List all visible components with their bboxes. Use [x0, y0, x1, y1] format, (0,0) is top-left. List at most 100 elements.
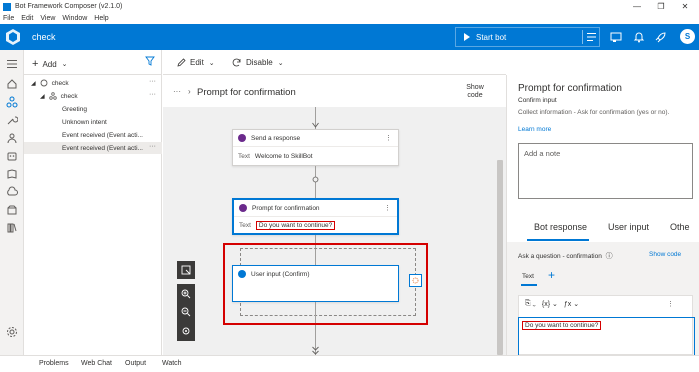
zoom-controls	[177, 284, 195, 341]
tab-other[interactable]: Othe	[670, 222, 690, 232]
breadcrumb-overflow-button[interactable]: ···	[173, 87, 181, 96]
menu-help[interactable]: Help	[94, 15, 108, 22]
zoom-out-icon	[181, 307, 191, 317]
chevron-down-icon: ⌄	[208, 59, 215, 67]
close-window-button[interactable]: ✕	[672, 0, 698, 13]
card-title: Send a response	[233, 130, 398, 146]
text-label: Text	[238, 152, 250, 160]
menu-edit[interactable]: Edit	[21, 15, 33, 22]
more-icon[interactable]: ⋮	[384, 204, 391, 212]
menu-icon[interactable]	[587, 33, 596, 41]
rocket-icon[interactable]	[655, 31, 667, 43]
dialog-icon	[48, 92, 57, 100]
add-label: Add	[42, 59, 57, 69]
minimize-button[interactable]: —	[624, 0, 650, 13]
bot-responses-icon[interactable]	[6, 150, 18, 162]
more-icon[interactable]: ···	[149, 91, 156, 98]
more-icon[interactable]: ⋮	[667, 300, 674, 308]
settings-icon[interactable]	[6, 326, 18, 338]
tab-problems[interactable]: Problems	[39, 360, 69, 367]
prompt-confirmation-card[interactable]: Prompt for confirmation ⋮ Text Do you wa…	[232, 198, 399, 235]
divider	[582, 30, 583, 44]
more-icon[interactable]: ···	[149, 78, 156, 85]
add-button[interactable]: + Add ⌄	[32, 58, 68, 70]
disable-label: Disable	[246, 58, 273, 67]
tab-bar: Bot response User input Othe	[507, 210, 699, 242]
chevron-right-icon: ›	[188, 87, 191, 96]
start-bot-button[interactable]: Start bot	[455, 27, 600, 47]
property-icon[interactable]: {x} ⌄	[542, 300, 558, 308]
send-response-card[interactable]: Send a response ⋮ Text Welcome to SkillB…	[232, 129, 399, 166]
note-field[interactable]: Add a note	[518, 143, 693, 199]
show-code-link[interactable]: Show code	[649, 251, 681, 258]
canvas-scrollbar[interactable]	[497, 160, 503, 355]
minimap-button[interactable]	[177, 261, 195, 279]
tree-item-event-received-selected[interactable]: Event received (Event acti... ···	[24, 142, 162, 154]
more-icon[interactable]: ⋮	[385, 134, 392, 142]
tab-text[interactable]: Text	[522, 273, 534, 280]
disable-button[interactable]: Disable ⌄	[232, 58, 284, 67]
tab-user-input[interactable]: User input	[608, 222, 649, 232]
library-icon[interactable]	[6, 222, 18, 234]
menu-bar: File Edit View Window Help	[0, 13, 699, 24]
menu-view[interactable]: View	[40, 15, 55, 22]
maximize-button[interactable]: ❐	[648, 0, 674, 13]
tab-watch[interactable]: Watch	[162, 360, 182, 367]
start-bot-label: Start bot	[476, 32, 507, 42]
refresh-icon	[232, 58, 241, 67]
bot-icon	[40, 79, 48, 87]
menu-window[interactable]: Window	[62, 15, 87, 22]
text-label: Text	[239, 221, 251, 229]
tab-output[interactable]: Output	[125, 360, 146, 367]
tab-web-chat[interactable]: Web Chat	[81, 360, 112, 367]
tree-item-unknown-intent[interactable]: Unknown intent	[24, 116, 162, 128]
project-tree: + Add ⌄ ◢ check ··· ◢ check ··· Greeting…	[24, 50, 162, 355]
tree-item-dialog[interactable]: ◢ check ···	[24, 90, 162, 102]
design-icon[interactable]	[6, 96, 18, 108]
prompt-icon	[239, 204, 247, 212]
knowledge-icon[interactable]	[6, 168, 18, 180]
user-input-icon[interactable]	[6, 132, 18, 144]
tree-item-event-received[interactable]: Event received (Event acti...	[24, 129, 162, 141]
template-icon[interactable]: ⎘ ⌄	[525, 300, 536, 308]
breadcrumb-current[interactable]: Prompt for confirmation	[197, 87, 296, 98]
chat-icon[interactable]	[610, 31, 622, 43]
learn-more-link[interactable]: Learn more	[518, 126, 551, 133]
zoom-in-button[interactable]	[177, 285, 195, 303]
package-manager-icon[interactable]	[6, 204, 18, 216]
send-response-icon	[238, 134, 246, 142]
tab-bot-response[interactable]: Bot response	[534, 222, 587, 232]
hamburger-icon[interactable]	[6, 58, 18, 70]
response-editor[interactable]: ⎘ ⌄ {x} ⌄ ƒx ⌄ ⋮ Do you want to continue…	[518, 295, 695, 357]
card-body: Text Do you want to continue?	[234, 216, 397, 233]
active-tab-indicator	[521, 284, 537, 286]
home-icon[interactable]	[6, 78, 18, 90]
tree-item-bot[interactable]: ◢ check ···	[24, 77, 162, 89]
menu-file[interactable]: File	[3, 15, 14, 22]
composer-logo-icon	[6, 29, 20, 45]
avatar[interactable]: S	[680, 29, 695, 44]
editor-input[interactable]: Do you want to continue?	[518, 317, 695, 357]
edit-button[interactable]: Edit ⌄	[177, 58, 215, 67]
editor-text: Do you want to continue?	[522, 321, 602, 330]
response-section: Bot response User input Othe Ask a quest…	[507, 210, 699, 357]
zoom-out-button[interactable]	[177, 303, 195, 321]
tree-item-greeting[interactable]: Greeting	[24, 103, 162, 115]
wrench-icon[interactable]	[6, 114, 18, 126]
notifications-icon[interactable]	[633, 31, 645, 43]
publish-icon[interactable]	[6, 186, 18, 198]
add-node-icon[interactable]	[312, 176, 319, 183]
plus-icon: +	[32, 58, 39, 70]
show-code-button[interactable]: Show code	[463, 84, 487, 100]
tree-item-label: Greeting	[62, 105, 87, 113]
edit-label: Edit	[190, 58, 204, 67]
info-icon[interactable]: ⓘ	[606, 253, 613, 260]
filter-icon[interactable]	[145, 56, 155, 66]
more-icon[interactable]: ···	[149, 143, 156, 150]
caret-down-icon: ◢	[40, 93, 45, 100]
play-icon	[464, 33, 470, 41]
fit-view-button[interactable]	[177, 322, 195, 340]
tree-item-label: check	[60, 92, 78, 100]
add-response-button[interactable]: +	[548, 268, 555, 282]
function-icon[interactable]: ƒx ⌄	[564, 300, 579, 308]
